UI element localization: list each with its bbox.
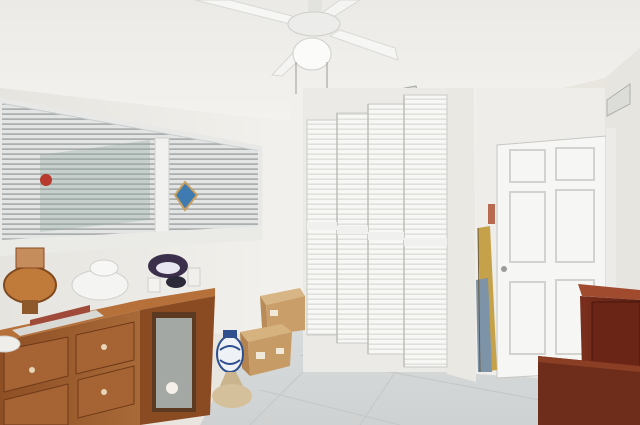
louvered-closet-doors [306, 94, 448, 368]
room-photo [0, 0, 640, 425]
